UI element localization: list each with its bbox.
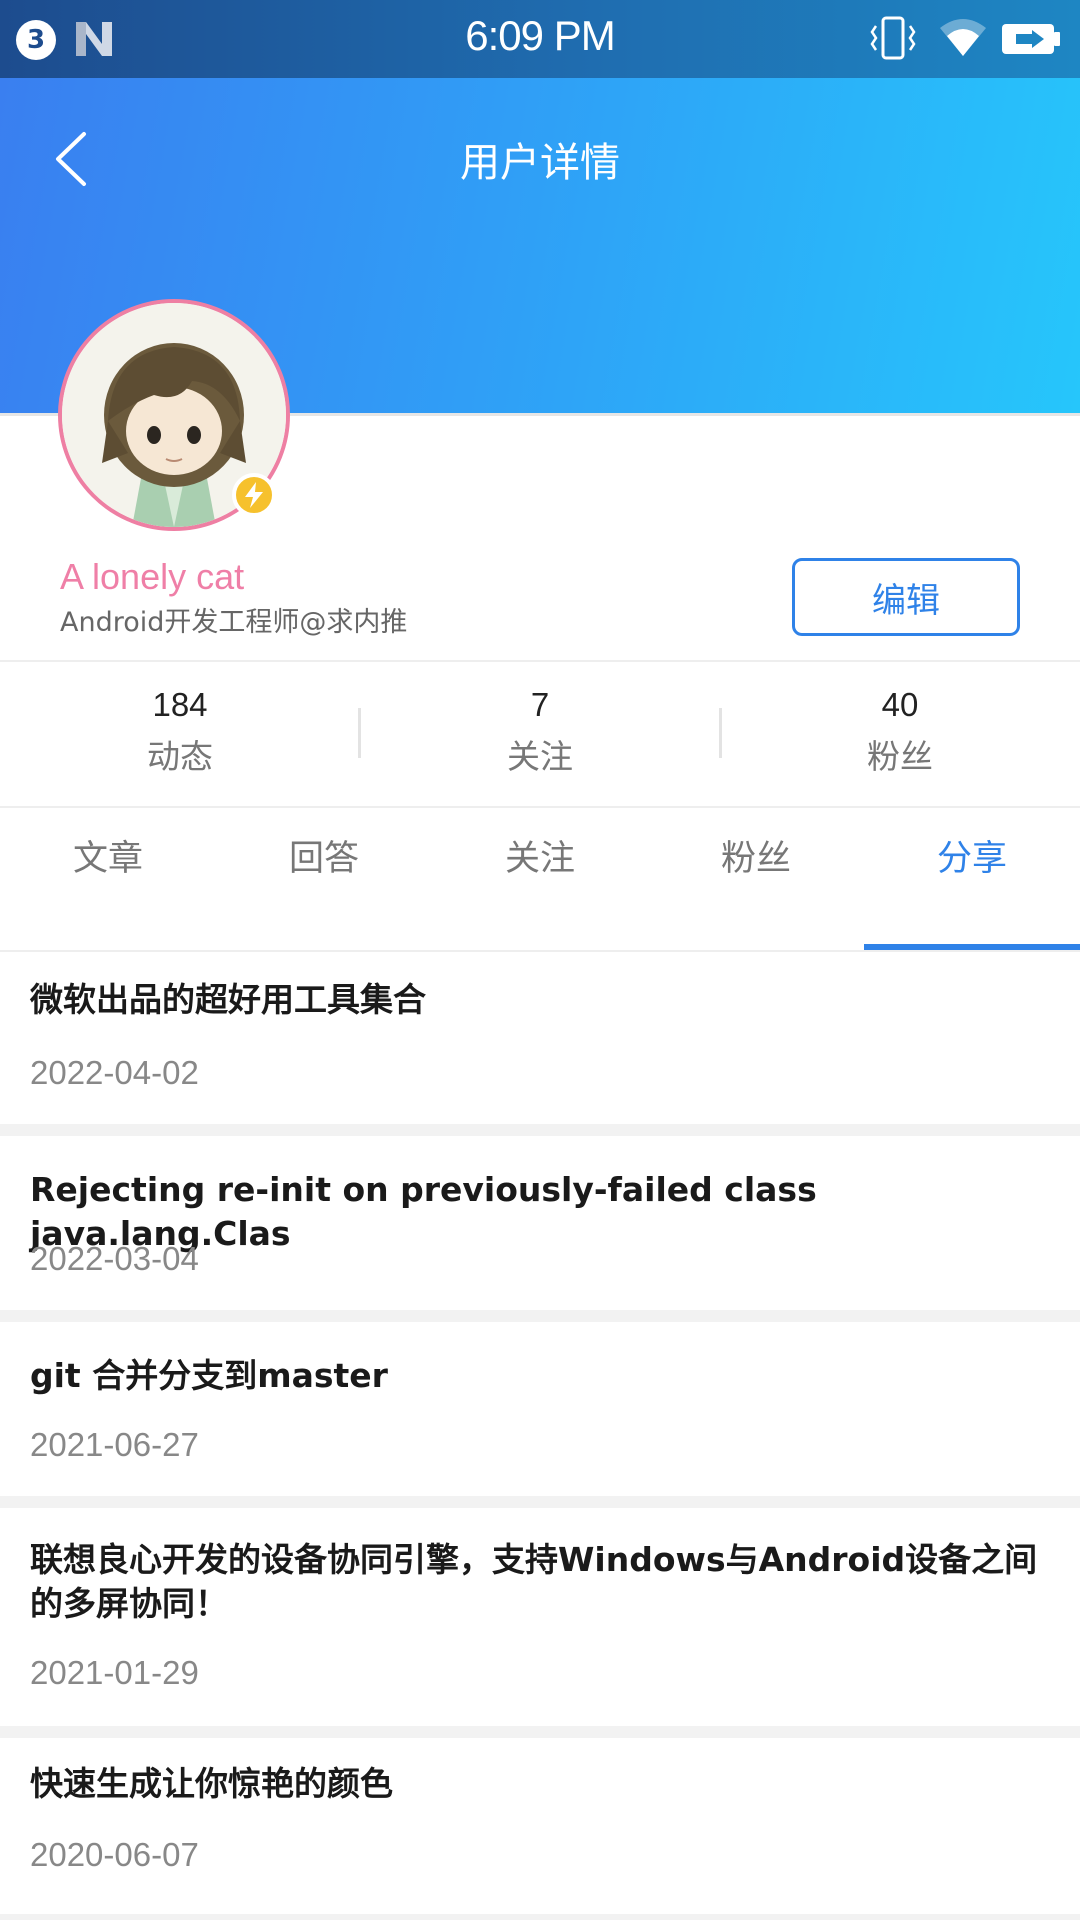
- stat-value: 7: [530, 686, 550, 723]
- list-item[interactable]: 快速生成让你惊艳的颜色 2020-06-07: [0, 1738, 1080, 1914]
- list-item[interactable]: 微软出品的超好用工具集合 2022-04-02: [0, 952, 1080, 1124]
- clock: 6:09 PM: [465, 12, 615, 59]
- divider: [0, 1496, 1080, 1508]
- article-title: 联想良心开发的设备协同引擎，支持Windows与Android设备之间的多屏协同…: [30, 1540, 1038, 1623]
- page-title: 用户详情: [460, 140, 620, 186]
- tab-followers[interactable]: 粉丝: [648, 830, 864, 881]
- user-subtitle: Android开发工程师@求内推: [60, 607, 408, 638]
- article-date: 2022-04-02: [30, 1054, 199, 1091]
- article-date: 2022-03-04: [30, 1240, 199, 1277]
- tab-articles[interactable]: 文章: [0, 830, 216, 881]
- lightning-icon: [232, 473, 276, 517]
- stat-label: 动态: [147, 737, 213, 776]
- article-title: git 合并分支到master: [30, 1356, 388, 1395]
- stat-value: 184: [152, 686, 208, 723]
- article-title: 微软出品的超好用工具集合: [30, 980, 426, 1019]
- battery-charging-icon: [1002, 24, 1060, 54]
- status-bar: 3 6:09 PM: [0, 0, 1080, 78]
- tab-following[interactable]: 关注: [432, 830, 648, 881]
- list-item[interactable]: Rejecting re-init on previously-failed c…: [0, 1136, 1080, 1310]
- tab-shares[interactable]: 分享: [864, 830, 1080, 881]
- tab-answers[interactable]: 回答: [216, 830, 432, 881]
- list-item[interactable]: git 合并分支到master 2021-06-27: [0, 1322, 1080, 1496]
- stat-following[interactable]: 7 关注: [360, 686, 720, 778]
- divider: [0, 1310, 1080, 1322]
- article-date: 2021-01-29: [30, 1654, 199, 1691]
- wifi-icon: [940, 19, 986, 56]
- user-name: A lonely cat: [60, 556, 245, 597]
- divider: [0, 1124, 1080, 1136]
- stat-followers[interactable]: 40 粉丝: [720, 686, 1080, 778]
- divider: [0, 806, 1080, 808]
- vibrate-icon: [870, 16, 916, 60]
- article-date: 2021-06-27: [30, 1426, 199, 1463]
- stat-value: 40: [881, 686, 919, 723]
- article-date: 2020-06-07: [30, 1836, 199, 1873]
- divider: [0, 660, 1080, 662]
- stat-posts[interactable]: 184 动态: [0, 686, 360, 778]
- stat-label: 关注: [507, 737, 573, 776]
- edit-button[interactable]: 编辑: [792, 558, 1020, 636]
- stat-label: 粉丝: [867, 737, 933, 776]
- list-item[interactable]: 联想良心开发的设备协同引擎，支持Windows与Android设备之间的多屏协同…: [0, 1508, 1080, 1726]
- divider: [0, 1726, 1080, 1738]
- divider: [0, 1914, 1080, 1920]
- article-title: 快速生成让你惊艳的颜色: [30, 1764, 393, 1803]
